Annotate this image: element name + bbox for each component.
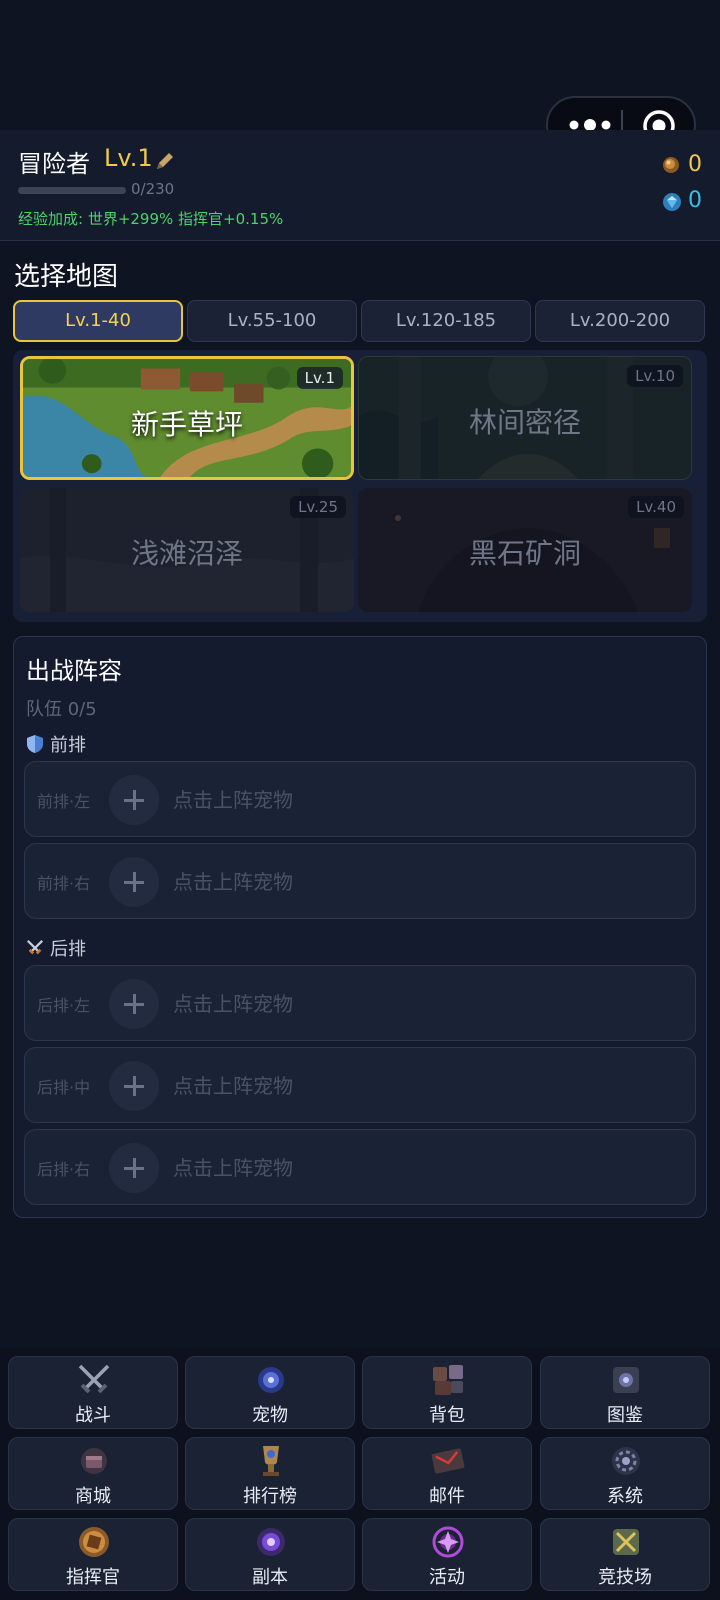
nav-label: 宠物 <box>252 1405 288 1426</box>
nav-backpack[interactable]: 背包 <box>362 1356 532 1429</box>
slot-hint: 点击上阵宠物 <box>173 870 293 894</box>
map-level-badge: Lv.1 <box>296 367 343 389</box>
front-row-label: 前排 <box>26 731 86 757</box>
nav-commander[interactable]: 指挥官 <box>8 1518 178 1591</box>
nav-leaderboard[interactable]: 排行榜 <box>185 1437 355 1510</box>
shield-icon <box>27 735 43 753</box>
level-range-tabs: Lv.1-40 Lv.55-100 Lv.120-185 Lv.200-200 <box>13 300 707 342</box>
nav-label: 背包 <box>429 1405 465 1426</box>
event-sigil-icon <box>432 1526 464 1558</box>
nav-codex[interactable]: 图鉴 <box>540 1356 710 1429</box>
add-pet-icon <box>109 775 159 825</box>
nav-mail[interactable]: 邮件 <box>362 1437 532 1510</box>
map-level-badge: Lv.40 <box>628 496 684 518</box>
map-name: 新手草坪 <box>130 408 243 441</box>
nav-label: 商城 <box>75 1486 111 1507</box>
nav-label: 竞技场 <box>598 1567 652 1588</box>
xp-text: 0/230 <box>131 180 175 198</box>
team-count: 队伍 0/5 <box>26 699 97 720</box>
mail-icon <box>431 1448 465 1474</box>
tab-lv-120-185[interactable]: Lv.120-185 <box>361 300 531 342</box>
player-level: Lv.1 <box>104 144 153 172</box>
tab-lv-55-100[interactable]: Lv.55-100 <box>187 300 357 342</box>
battle-lineup-panel: 出战阵容 队伍 0/5 前排 前排·左 点击上阵宠物 前排·右 点击上阵宠物 后… <box>13 636 707 1218</box>
trophy-icon <box>263 1446 279 1476</box>
nav-dungeon[interactable]: 副本 <box>185 1518 355 1591</box>
slot-position: 后排·中 <box>37 1078 91 1097</box>
gear-icon <box>612 1447 640 1475</box>
slot-position: 后排·左 <box>37 996 91 1015</box>
slot-position: 前排·左 <box>37 792 91 811</box>
add-pet-icon <box>109 857 159 907</box>
nav-label: 战斗 <box>75 1405 111 1426</box>
gold-amount: 0 <box>688 152 702 177</box>
crossed-swords-icon <box>27 940 43 955</box>
player-name: 冒险者 <box>18 150 90 178</box>
player-header: 冒险者 Lv.1 0/230 经验加成: 世界+299% 指挥官+0.15% 0… <box>0 130 720 241</box>
slot-back-middle[interactable]: 后排·中 点击上阵宠物 <box>24 1047 696 1123</box>
map-grid: 新手草坪 Lv.1 林间密径 Lv.10 浅滩沼泽 Lv.25 黑石矿洞 Lv.… <box>13 350 707 622</box>
map-level-badge: Lv.25 <box>290 496 346 518</box>
slot-front-left[interactable]: 前排·左 点击上阵宠物 <box>24 761 696 837</box>
shop-chest-icon <box>81 1448 107 1474</box>
slot-position: 前排·右 <box>37 874 91 893</box>
slot-position: 后排·右 <box>37 1160 91 1179</box>
map-level-badge: Lv.10 <box>627 365 683 387</box>
xp-progress-bar <box>18 187 126 194</box>
bottom-nav: 战斗 宠物 背包 图鉴 商城 排行榜 邮件 系统 指挥官 副本 活动 竞技场 <box>0 1348 720 1600</box>
xp-bonus-text: 经验加成: 世界+299% 指挥官+0.15% <box>18 210 284 228</box>
map-name: 黑石矿洞 <box>468 537 581 570</box>
slot-hint: 点击上阵宠物 <box>173 1156 293 1180</box>
map-card-blackstone-mine[interactable]: 黑石矿洞 Lv.40 <box>358 488 692 612</box>
nav-pets[interactable]: 宠物 <box>185 1356 355 1429</box>
nav-label: 指挥官 <box>66 1567 120 1588</box>
slot-hint: 点击上阵宠物 <box>173 1074 293 1098</box>
tab-lv-200-200[interactable]: Lv.200-200 <box>535 300 705 342</box>
nav-label: 邮件 <box>429 1486 465 1507</box>
map-name: 浅滩沼泽 <box>130 537 243 570</box>
backpack-icon <box>433 1365 463 1395</box>
select-map-title: 选择地图 <box>14 262 119 292</box>
gold-coin-icon <box>663 157 679 173</box>
pet-orb-icon <box>258 1367 284 1393</box>
map-card-grassland[interactable]: 新手草坪 Lv.1 <box>20 356 354 480</box>
nav-label: 图鉴 <box>607 1405 643 1426</box>
map-card-shallow-swamp[interactable]: 浅滩沼泽 Lv.25 <box>20 488 354 612</box>
back-row-text: 后排 <box>50 939 86 960</box>
slot-back-right[interactable]: 后排·右 点击上阵宠物 <box>24 1129 696 1205</box>
slot-hint: 点击上阵宠物 <box>173 992 293 1016</box>
map-card-forest-path[interactable]: 林间密径 Lv.10 <box>358 356 692 480</box>
gem-amount: 0 <box>688 188 702 213</box>
slot-back-left[interactable]: 后排·左 点击上阵宠物 <box>24 965 696 1041</box>
add-pet-icon <box>109 979 159 1029</box>
edit-name-icon[interactable] <box>154 150 176 172</box>
codex-book-icon <box>613 1367 639 1393</box>
map-name: 林间密径 <box>468 406 581 439</box>
commander-emblem-icon <box>79 1527 109 1557</box>
nav-arena[interactable]: 竞技场 <box>540 1518 710 1591</box>
arena-shield-icon <box>613 1529 639 1555</box>
nav-battle[interactable]: 战斗 <box>8 1356 178 1429</box>
gem-icon <box>663 193 681 211</box>
nav-label: 系统 <box>607 1486 643 1507</box>
crossed-swords-icon <box>78 1364 110 1394</box>
back-row-label: 后排 <box>26 935 86 961</box>
tab-lv-1-40[interactable]: Lv.1-40 <box>13 300 183 342</box>
slot-hint: 点击上阵宠物 <box>173 788 293 812</box>
nav-events[interactable]: 活动 <box>362 1518 532 1591</box>
front-row-text: 前排 <box>50 735 86 756</box>
portal-icon <box>257 1528 285 1556</box>
nav-label: 排行榜 <box>243 1486 297 1507</box>
nav-label: 活动 <box>429 1567 465 1588</box>
nav-shop[interactable]: 商城 <box>8 1437 178 1510</box>
add-pet-icon <box>109 1061 159 1111</box>
nav-label: 副本 <box>252 1567 288 1588</box>
lineup-title: 出战阵容 <box>26 657 122 685</box>
nav-system[interactable]: 系统 <box>540 1437 710 1510</box>
slot-front-right[interactable]: 前排·右 点击上阵宠物 <box>24 843 696 919</box>
add-pet-icon <box>109 1143 159 1193</box>
